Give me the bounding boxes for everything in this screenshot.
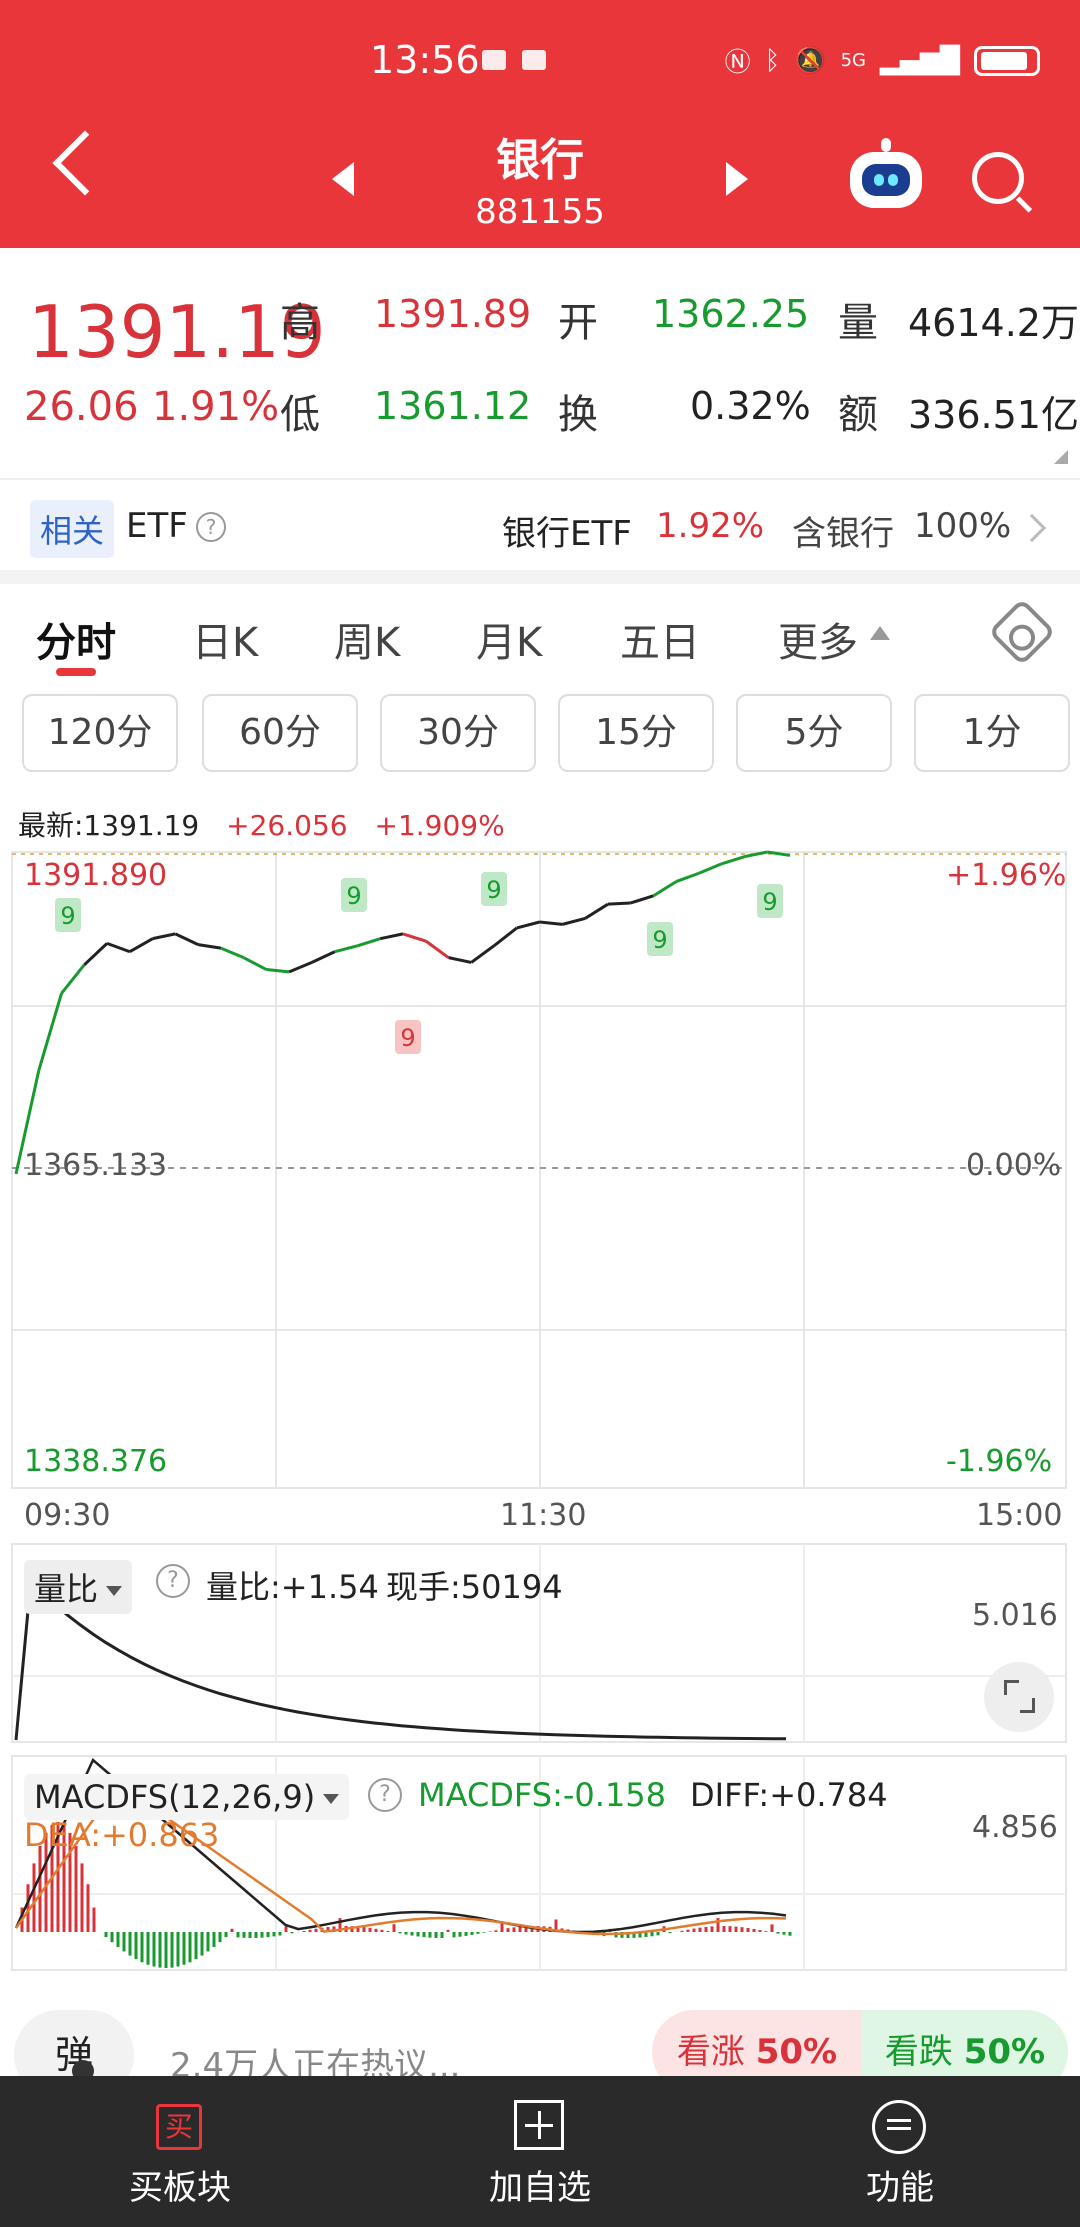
- diff-value: DIFF:+0.784: [690, 1776, 888, 1814]
- buy-sector-button[interactable]: 买板块: [80, 2160, 280, 2209]
- help-icon[interactable]: ?: [156, 1564, 190, 1598]
- price-line-segment: [721, 855, 745, 866]
- price-line-segment: [698, 862, 723, 875]
- price-line-segment: [129, 937, 154, 954]
- nine-marker-label: 9: [400, 1024, 415, 1052]
- x-tick-end: 15:00: [976, 1498, 1063, 1533]
- fullscreen-icon[interactable]: [984, 1662, 1054, 1732]
- chevron-down-icon: [323, 1794, 340, 1804]
- nine-marker-label: 9: [346, 882, 361, 910]
- pct-mid-label: 0.00%: [966, 1148, 1062, 1183]
- price-line-segment: [516, 920, 540, 930]
- price-line-segment: [197, 943, 222, 950]
- vote-up-pct: 50%: [755, 2032, 838, 2072]
- chevron-down-icon: [106, 1586, 123, 1596]
- add-watchlist-button[interactable]: 加自选: [440, 2160, 640, 2209]
- macd-dropdown[interactable]: MACDFS(12,26,9): [24, 1774, 350, 1820]
- price-line-segment: [607, 901, 631, 906]
- nine-marker-label: 9: [762, 888, 777, 916]
- x-tick-mid: 11:30: [500, 1498, 587, 1533]
- buy-icon: 买: [156, 2104, 202, 2150]
- macdfs-value: MACDFS:-0.158: [418, 1776, 667, 1814]
- price-line-segment: [83, 942, 109, 966]
- nine-marker-label: 9: [652, 926, 667, 954]
- price-line-segment: [357, 937, 381, 948]
- price-line-segment: [402, 932, 427, 943]
- bottom-nav: 买 买板块 加自选 功能: [0, 2076, 1080, 2227]
- price-line-segment: [379, 932, 404, 941]
- vote-up-label: 看涨: [676, 2032, 745, 2072]
- vote-down-pct: 50%: [963, 2032, 1046, 2072]
- price-line-segment: [584, 902, 609, 920]
- price-line-segment: [266, 968, 290, 974]
- price-line-segment: [448, 956, 472, 964]
- price-line-segment: [37, 992, 63, 1071]
- price-line-segment: [152, 932, 176, 941]
- y-top-label: 1391.890: [24, 858, 168, 893]
- price-line-segment: [242, 956, 268, 971]
- y-mid-label: 1365.133: [24, 1148, 168, 1183]
- current-hand-value: 现手:50194: [386, 1568, 563, 1606]
- function-button[interactable]: 功能: [800, 2160, 1000, 2209]
- price-line-segment: [424, 939, 450, 959]
- nine-marker-label: 9: [60, 902, 75, 930]
- price-line-segment: [675, 871, 700, 884]
- price-line-segment: [288, 961, 313, 974]
- nine-marker-label: 9: [486, 876, 501, 904]
- pct-top-label: +1.96%: [946, 858, 1067, 893]
- price-line-segment: [60, 963, 86, 995]
- x-tick-start: 09:30: [24, 1498, 111, 1533]
- dropdown-label: MACDFS(12,26,9): [34, 1778, 316, 1816]
- price-line-segment: [630, 894, 654, 905]
- price-line-segment: [334, 944, 358, 954]
- price-line-segment: [652, 880, 677, 898]
- y-bottom-label: 1338.376: [24, 1444, 168, 1479]
- menu-icon: [872, 2100, 926, 2154]
- discussion-bar: 弹 2.4万人正在热议... 看涨 50% 看跌 50%: [0, 2010, 1080, 2100]
- vote-down-label: 看跌: [884, 2032, 953, 2072]
- price-line-segment: [311, 950, 336, 964]
- help-icon[interactable]: ?: [368, 1778, 402, 1812]
- volume-ratio-max: 5.016: [972, 1598, 1058, 1633]
- volume-ratio-dropdown[interactable]: 量比: [24, 1560, 133, 1614]
- dropdown-label: 量比: [34, 1570, 99, 1608]
- price-line-segment: [220, 946, 245, 960]
- volume-ratio-value: 量比:+1.54: [206, 1568, 379, 1606]
- add-icon: [514, 2100, 564, 2150]
- price-line-segment: [106, 941, 131, 954]
- intraday-chart[interactable]: 9 9 9 9 9 9: [0, 0, 1080, 2000]
- price-line-segment: [561, 916, 586, 926]
- dea-value: DEA:+0.863: [24, 1816, 220, 1854]
- price-line-segment: [174, 932, 199, 946]
- price-line-segment: [493, 926, 518, 947]
- macd-max: 4.856: [972, 1810, 1058, 1845]
- pct-bottom-label: -1.96%: [946, 1444, 1053, 1479]
- price-line-segment: [470, 944, 495, 964]
- price-line-segment: [539, 920, 563, 926]
